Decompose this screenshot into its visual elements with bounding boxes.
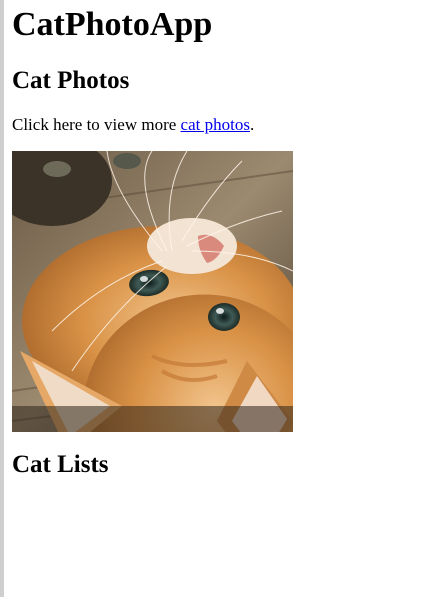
main-content: CatPhotoApp Cat Photos Click here to vie… — [12, 0, 422, 480]
cat-lists-heading: Cat Lists — [12, 451, 109, 478]
cat-photo — [12, 151, 293, 432]
cat-photo-image — [12, 151, 293, 432]
cat-photos-heading: Cat Photos — [12, 67, 130, 94]
left-edge-rule — [0, 0, 4, 597]
view-more-period: . — [249, 115, 255, 134]
view-more-text: Click here to view more — [12, 115, 181, 134]
app-title: CatPhotoApp — [12, 6, 213, 43]
cat-photos-link[interactable]: cat photos — [181, 115, 250, 134]
view-more-paragraph: Click here to view more cat photos. — [12, 115, 422, 135]
